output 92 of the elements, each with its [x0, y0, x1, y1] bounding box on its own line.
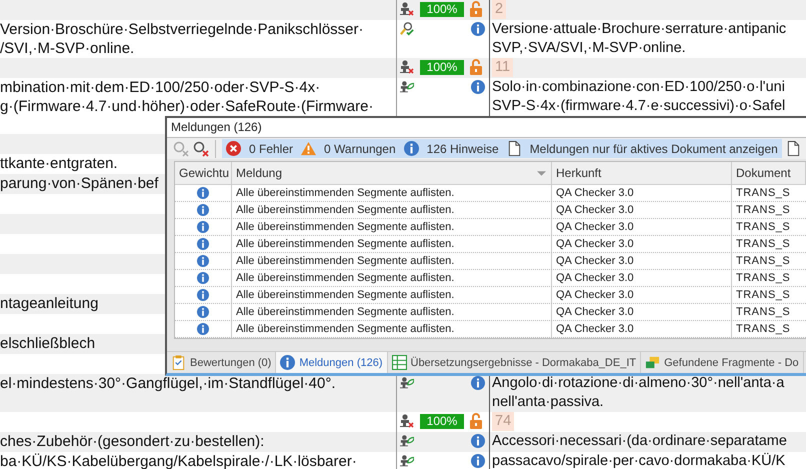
table-cell: Alle übereinstimmenden Segmente auflisten.: [232, 185, 552, 201]
table-cell-text: TRANS_S: [735, 186, 792, 201]
table-cell: Alle übereinstimmenden Segmente auflisten.: [232, 270, 552, 286]
panel-tab[interactable]: Meldungen (126): [276, 352, 388, 373]
target-text: Accessori·necessari·(da·ordinare·separatame: [492, 432, 787, 451]
table-cell: Alle übereinstimmenden Segmente auflisten.: [232, 304, 552, 320]
padlock-icon: [470, 1, 482, 17]
table-cell-text: TRANS_S: [735, 220, 792, 235]
filter-button[interactable]: 0 Warnungen: [297, 139, 400, 158]
panel-tab[interactable]: Gefundene Fragmente - Do: [641, 352, 804, 373]
user-leaf-icon: [400, 80, 414, 94]
target-text: SVP,·SVA/SVI,·M-SVP·online.: [492, 39, 686, 58]
segment-number: 11: [492, 58, 514, 77]
table-cell: Alle übereinstimmenden Segmente auflisten.: [232, 253, 552, 269]
table-cell-text: TRANS_S: [735, 254, 792, 269]
panel-title: Meldungen (126): [167, 118, 806, 138]
table-cell-text: TRANS_S: [735, 288, 792, 303]
source-text: ches·Zubehör·(gesondert·zu·bestellen):: [0, 432, 264, 451]
source-text: mbination·mit·dem·ED·100/250·oder·SVP-S·4x·: [0, 78, 320, 97]
clipboard-check-icon: [171, 355, 186, 370]
target-text: Solo·in·combinazione·con·ED·100/250·o·l'uni: [492, 78, 785, 97]
column-header[interactable]: Dokument: [732, 162, 806, 184]
info-icon: [197, 306, 209, 318]
info-icon: [197, 204, 209, 216]
table-cell: Alle übereinstimmenden Segmente auflisten.: [232, 287, 552, 303]
table-cell: QA Checker 3.0: [552, 185, 732, 201]
table-cell: QA Checker 3.0: [552, 321, 732, 337]
target-text: nell'anta·passiva.: [492, 393, 604, 412]
info-icon: [280, 355, 296, 370]
info-icon: [197, 238, 209, 250]
info-icon: [197, 255, 209, 267]
segment-number: 2: [492, 0, 506, 19]
info-icon: [197, 289, 209, 301]
column-header[interactable]: Herkunft: [552, 162, 732, 184]
info-icon: [197, 272, 209, 284]
table-cell: QA Checker 3.0: [552, 236, 732, 252]
filter-button[interactable]: 0 Fehler: [222, 139, 298, 158]
table-cell: QA Checker 3.0: [552, 202, 732, 218]
document-icon: [506, 141, 522, 156]
info-icon: [197, 323, 209, 335]
user-leaf-icon: [400, 454, 414, 468]
warning-icon: [301, 141, 316, 156]
error-icon: [226, 141, 241, 156]
source-text: ntageanleitung: [0, 294, 98, 313]
target-text: passacavo/spirale·per·cavo·dormakaba·KÜ/K: [492, 452, 786, 469]
table-cell: QA Checker 3.0: [552, 219, 732, 235]
table-cell: QA Checker 3.0: [552, 270, 732, 286]
table-cell: QA Checker 3.0: [552, 304, 732, 320]
table-cell: Alle übereinstimmenden Segmente auflisten.: [232, 202, 552, 218]
source-text: el·mindestens·30°·Gangflügel,·im·Standflügel·40°.: [0, 374, 336, 393]
document-icon: [786, 141, 801, 156]
source-text: g·(Firmware·4.7·und·höher)·oder·SafeRoute·(Firmware·: [0, 97, 374, 116]
panel-tab[interactable]: Übersetzungsergebnisse - Dormakaba_DE_IT: [388, 352, 642, 373]
info-icon: [471, 376, 485, 390]
table-cell-text: TRANS_S: [735, 237, 792, 252]
match-badge: 100%: [420, 2, 464, 17]
match-badge: 100%: [420, 414, 464, 429]
table-cell-text: TRANS_S: [735, 322, 792, 337]
user-x-icon: [400, 414, 414, 428]
source-text: ttkante·entgraten.: [0, 154, 118, 173]
match-badge: 100%: [420, 60, 464, 75]
info-icon: [197, 221, 209, 233]
info-icon: [404, 141, 419, 156]
segment-number: 74: [492, 412, 514, 431]
table-cell: QA Checker 3.0: [552, 287, 732, 303]
filter-button[interactable]: Meldungen nur für aktives Dokument anzeigen: [502, 139, 782, 158]
table-icon: [392, 355, 406, 370]
info-icon: [197, 187, 209, 199]
target-text: SVP-S·4x·(firmware·4.7·e·successivi)·o·Safel: [492, 97, 786, 116]
table-cell-text: TRANS_S: [735, 271, 792, 286]
user-leaf-icon: [400, 434, 414, 448]
filter-button[interactable]: 126 Hinweise: [400, 139, 503, 158]
source-text: /SVI,·M-SVP·online.: [0, 39, 134, 58]
user-x-icon: [400, 2, 414, 16]
column-header[interactable]: Gewichtu: [175, 162, 232, 184]
source-text: elschließblech: [0, 334, 96, 353]
table-cell: QA Checker 3.0: [552, 253, 732, 269]
squares-icon: [645, 355, 660, 370]
table-cell: Alle übereinstimmenden Segmente auflisten.: [232, 219, 552, 235]
target-text: Versione·attuale·Brochure·serrature·antipanic: [492, 20, 786, 39]
table-cell: Alle übereinstimmenden Segmente auflisten.: [232, 321, 552, 337]
user-x-icon: [400, 60, 414, 74]
source-text: parung·von·Spänen·bef: [0, 174, 158, 193]
info-icon: [471, 434, 485, 448]
table-cell-text: TRANS_S: [735, 203, 792, 218]
table-cell: Alle übereinstimmenden Segmente auflisten.: [232, 236, 552, 252]
magnifier-x-icon[interactable]: [193, 140, 209, 156]
magnifier-check-icon: [400, 22, 414, 36]
source-text: ba·KÜ/KS·Kabelübergang/Kabelspirale·/·LK·lösbarer·: [0, 452, 357, 469]
source-text: Version·Broschüre·Selbstverriegelnde·Panikschlösser·: [0, 20, 364, 39]
target-text: Angolo·di·rotazione·di·almeno·30°·nell'anta·a: [492, 374, 784, 393]
table-cell-text: TRANS_S: [735, 305, 792, 320]
